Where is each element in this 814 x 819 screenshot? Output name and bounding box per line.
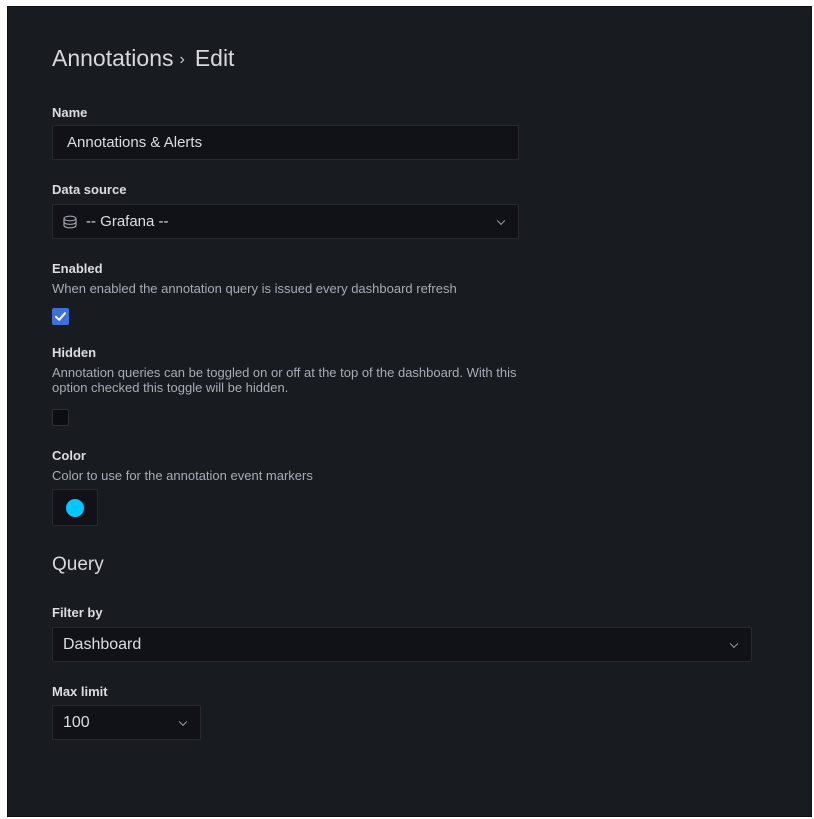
color-picker[interactable] [52,489,98,526]
breadcrumb-annotations-link[interactable]: Annotations [52,45,173,72]
query-section-title: Query [52,554,104,575]
filter-by-value: Dashboard [63,635,142,653]
filter-by-label: Filter by [52,605,103,620]
breadcrumb: Annotations › Edit [52,45,234,72]
breadcrumb-separator: › [179,51,185,68]
hidden-description-line-1: Annotation queries can be toggled on or … [52,365,517,380]
annotation-editor-panel: Annotations › Edit Name Annotations & Al… [7,6,812,817]
color-description: Color to use for the annotation event ma… [52,468,313,483]
filter-by-select[interactable]: Dashboard [52,627,752,662]
enabled-label: Enabled [52,261,103,276]
hidden-checkbox[interactable] [52,409,69,426]
name-input[interactable]: Annotations & Alerts [52,125,519,160]
chevron-down-icon [496,216,506,225]
max-limit-select[interactable]: 100 [52,705,201,740]
name-label: Name [52,105,88,120]
data-source-value: -- Grafana -- [86,213,169,230]
color-swatch[interactable] [66,499,84,517]
hidden-label: Hidden [52,345,97,360]
checkmark-icon [55,312,66,321]
hidden-description: Annotation queries can be toggled on or … [52,365,516,395]
database-icon [62,214,78,230]
hidden-description-line-2: option checked this toggle will be hidde… [52,380,289,395]
breadcrumb-current: Edit [194,45,235,71]
chevron-down-icon [178,717,188,726]
name-input-value: Annotations & Alerts [67,134,203,151]
max-limit-value: 100 [63,713,90,731]
chevron-down-icon [729,639,739,648]
data-source-select[interactable]: -- Grafana -- [52,204,519,239]
data-source-label: Data source [52,182,127,197]
enabled-checkbox[interactable] [52,308,69,325]
enabled-description: When enabled the annotation query is iss… [52,281,457,296]
annotation-editor-content: Annotations › Edit Name Annotations & Al… [52,7,811,816]
color-label: Color [52,448,86,463]
max-limit-label: Max limit [52,684,108,699]
